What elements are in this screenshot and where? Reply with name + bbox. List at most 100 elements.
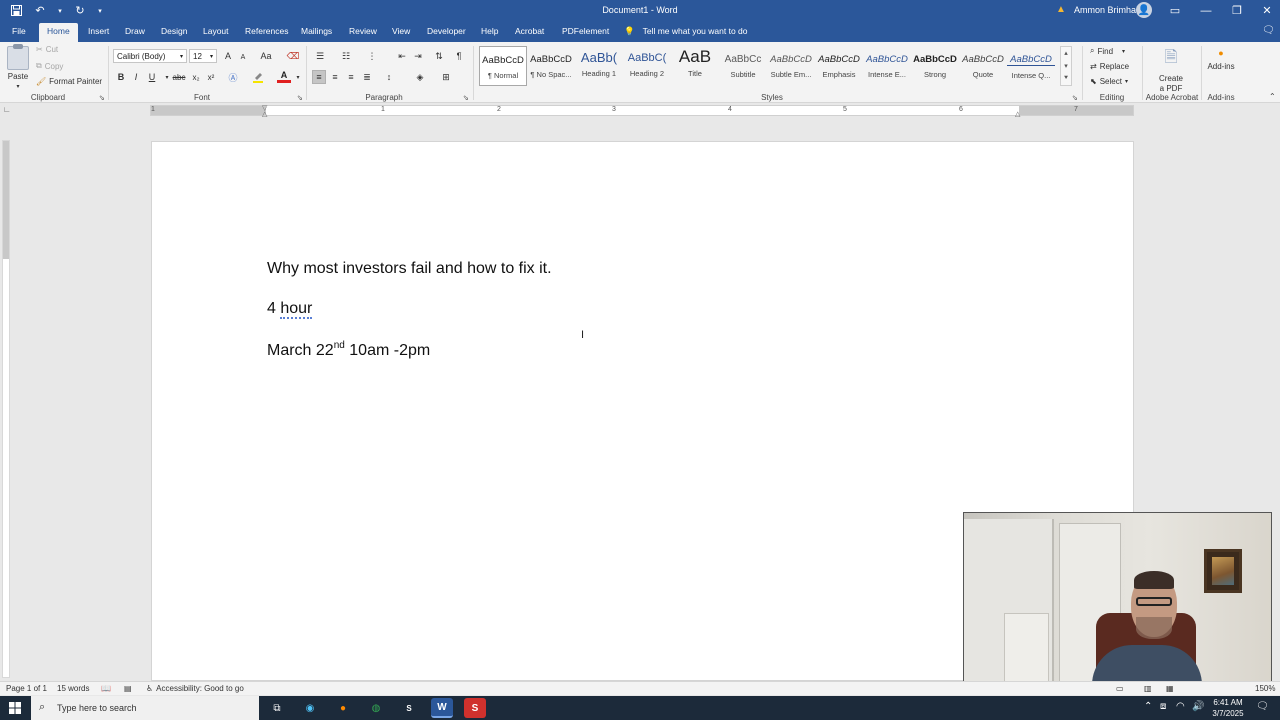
tab-pdfelement[interactable]: PDFelement [560,25,611,42]
paste-button[interactable]: Paste ▾ [7,44,29,90]
copilot-icon[interactable]: ◉ [299,698,321,718]
tab-home[interactable]: Home [39,23,78,42]
strikethrough-button[interactable]: abc [171,70,187,84]
style-strong[interactable]: AaBbCcD Strong [911,46,959,86]
taskbar-search-box[interactable]: ⌕ Type here to search [31,696,259,720]
create-pdf-button[interactable]: 🗎 Create a PDF [1152,46,1190,93]
style-title[interactable]: AaB Title [671,46,719,86]
customize-qat-icon[interactable]: ▾ [96,3,104,18]
notification-icon[interactable]: 🗨 [1256,701,1269,712]
tab-design[interactable]: Design [159,25,189,42]
chrome-icon[interactable]: ◍ [365,698,387,718]
superscript-button[interactable]: x² [204,70,218,84]
align-center-icon[interactable]: ≡ [328,70,342,84]
right-indent-marker[interactable]: △ [1015,110,1023,118]
task-view-icon[interactable]: ⧉ [266,698,288,718]
line-spacing-icon[interactable]: ↕ [382,70,396,84]
numbering-icon[interactable]: ☷ [339,49,353,63]
document-line-duration[interactable]: 4 hour [267,300,313,319]
sort-icon[interactable]: ⇅ [432,49,446,63]
accessibility-status[interactable]: ♿ Accessibility: Good to go [146,684,244,693]
vertical-ruler[interactable] [2,140,10,678]
style-subtle-emphasis[interactable]: AaBbCcD Subtle Em... [767,46,815,86]
firefox-icon[interactable]: ● [332,698,354,718]
multilevel-list-icon[interactable]: ⋮ [365,49,379,63]
style-intense-emphasis[interactable]: AaBbCcD Intense E... [863,46,911,86]
wifi-icon[interactable]: ◠ [1176,701,1185,712]
comments-icon[interactable]: 🗨 [1262,25,1275,36]
style-quote[interactable]: AaBbCcD Quote [959,46,1007,86]
change-case-button[interactable]: Aa [256,49,276,63]
font-color-dropdown-icon[interactable]: ▾ [291,70,305,84]
zoom-level[interactable]: 150% [1255,684,1275,693]
style-normal[interactable]: AaBbCcD ¶ Normal [479,46,527,86]
style-heading-1[interactable]: AaBb( Heading 1 [575,46,623,86]
styles-gallery-more-button[interactable]: ▴ ▾ ⯆ [1060,46,1072,86]
grammar-flag-word[interactable]: hour [280,300,313,319]
italic-button[interactable]: I [129,70,143,84]
clear-formatting-icon[interactable]: ⌫ [286,49,300,63]
hanging-indent-marker[interactable]: △ [262,110,270,118]
font-launcher-icon[interactable]: ⬂ [297,94,303,102]
tab-file[interactable]: File [10,25,28,42]
ribbon-display-options-icon[interactable]: ▭ [1160,0,1190,21]
style-no-spacing[interactable]: AaBbCcD ¶ No Spac... [527,46,575,86]
windows-start-icon[interactable] [0,696,30,720]
tab-developer[interactable]: Developer [425,25,468,42]
tell-me-box[interactable]: 💡 Tell me what you want to do [624,26,747,37]
tab-draw[interactable]: Draw [123,25,147,42]
style-subtitle[interactable]: AaBbCc Subtitle [719,46,767,86]
show-hidden-icons-icon[interactable]: ⌃ [1144,701,1152,712]
redo-icon[interactable]: ↻ [72,3,88,18]
font-family-select[interactable]: Calibri (Body) ▾ [113,49,187,63]
tab-review[interactable]: Review [347,25,379,42]
grow-font-button[interactable]: A [221,49,235,63]
document-line-date[interactable]: March 22nd 10am -2pm [267,340,430,360]
shading-icon[interactable]: ◈ [413,70,427,84]
justify-icon[interactable]: ≣ [360,70,374,84]
tab-layout[interactable]: Layout [201,25,231,42]
underline-button[interactable]: U [145,70,159,84]
tab-references[interactable]: References [243,25,290,42]
user-avatar-icon[interactable]: 👤 [1136,2,1152,18]
tab-selector-icon[interactable]: ∟ [3,105,11,114]
restore-button[interactable]: ❐ [1222,0,1252,21]
increase-indent-icon[interactable]: ⇥ [411,49,425,63]
format-painter-button[interactable]: 🖌 Format Painter [36,77,102,86]
clipboard-launcher-icon[interactable]: ⬂ [99,94,105,102]
find-button[interactable]: ⌕ Find ▾ [1090,46,1125,56]
borders-icon[interactable]: ⊞ [439,70,453,84]
shrink-font-button[interactable]: A [236,50,250,64]
style-heading-2[interactable]: AaBbC( Heading 2 [623,46,671,86]
align-left-icon[interactable]: ≡ [312,70,326,84]
user-name[interactable]: Ammon Brimhall [1074,5,1140,15]
document-line-title[interactable]: Why most investors fail and how to fix i… [267,260,552,278]
save-icon[interactable] [8,3,24,18]
show-formatting-marks-icon[interactable]: ¶ [452,49,466,63]
font-color-button[interactable]: A [277,70,291,83]
align-right-icon[interactable]: ≡ [344,70,358,84]
tab-mailings[interactable]: Mailings [299,25,334,42]
volume-icon[interactable]: 🔊 [1192,701,1204,712]
add-ins-button[interactable]: ● Add-ins [1206,48,1236,71]
tab-acrobat[interactable]: Acrobat [513,25,546,42]
tab-help[interactable]: Help [479,25,500,42]
bullets-icon[interactable]: ☰ [313,49,327,63]
word-app-icon[interactable]: W [431,698,453,718]
copy-button[interactable]: ⧉ Copy [36,61,63,71]
highlight-icon[interactable] [251,70,265,84]
horizontal-ruler[interactable]: 1 1 2 3 4 5 6 7 ▽ △ △ [150,105,1134,118]
chevron-down-icon[interactable]: ▾ [56,3,64,18]
styles-launcher-icon[interactable]: ⬂ [1072,94,1078,102]
proofing-icon[interactable]: 📖 [101,684,111,693]
taskbar-clock[interactable]: 6:41 AM 3/7/2025 [1205,697,1251,719]
warning-icon[interactable]: ▲ [1056,4,1066,15]
tab-insert[interactable]: Insert [86,25,111,42]
close-button[interactable]: ✕ [1252,0,1280,21]
screen-recorder-app-icon[interactable]: S [464,698,486,718]
select-button[interactable]: ⬉ Select ▾ [1090,77,1128,86]
print-layout-icon[interactable]: ▥ [1144,684,1152,693]
font-size-select[interactable]: 12 ▾ [189,49,217,63]
bold-button[interactable]: B [114,70,128,84]
word-count[interactable]: 15 words [57,684,89,693]
